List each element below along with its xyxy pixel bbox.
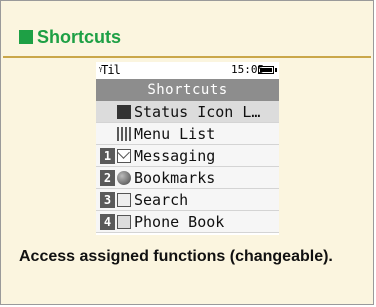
caption: Access assigned functions (changeable). [19,248,333,265]
status-bar: ᵞTil 15:05 [96,62,279,79]
globe-icon [117,170,131,185]
number-badge: 2 [100,169,115,186]
phonebook-icon [117,214,131,229]
phone-screen: ᵞTil 15:05 Shortcuts Status Icon L… Menu… [96,62,279,235]
section-title: Shortcuts [37,26,122,47]
menu-item-phone-book[interactable]: 4 Phone Book [96,211,279,233]
status-icon [117,104,131,119]
screen-title: Shortcuts [96,79,279,101]
battery-icon [258,66,277,74]
menu-item-label: Bookmarks [134,168,216,187]
number-badge: 4 [100,213,115,230]
section-header: Shortcuts [19,25,121,49]
menu-item-label: Phone Book [134,212,225,231]
green-square-icon [19,30,33,44]
divider [3,56,371,58]
menu-item-label: Menu List [134,124,216,143]
menu-item-messaging[interactable]: 1 Messaging [96,145,279,167]
menu-item-bookmarks[interactable]: 2 Bookmarks [96,167,279,189]
menu-item-status-icon-list[interactable]: Status Icon L… [96,101,279,123]
info-card: Shortcuts ᵞTil 15:05 Shortcuts Status Ic… [0,0,374,305]
menu-item-search[interactable]: 3 Search [96,189,279,211]
menu-item-label: Messaging [134,146,216,165]
mail-icon [117,148,131,163]
number-badge: 1 [100,147,115,164]
signal-icon: ᵞTil [99,63,121,77]
menu-item-menu-list[interactable]: Menu List [96,123,279,145]
menu-item-label: Status Icon L… [134,102,261,121]
number-badge: 3 [100,191,115,208]
menu-list-icon [117,126,131,141]
search-icon [117,192,131,207]
menu-item-label: Search [134,190,189,209]
